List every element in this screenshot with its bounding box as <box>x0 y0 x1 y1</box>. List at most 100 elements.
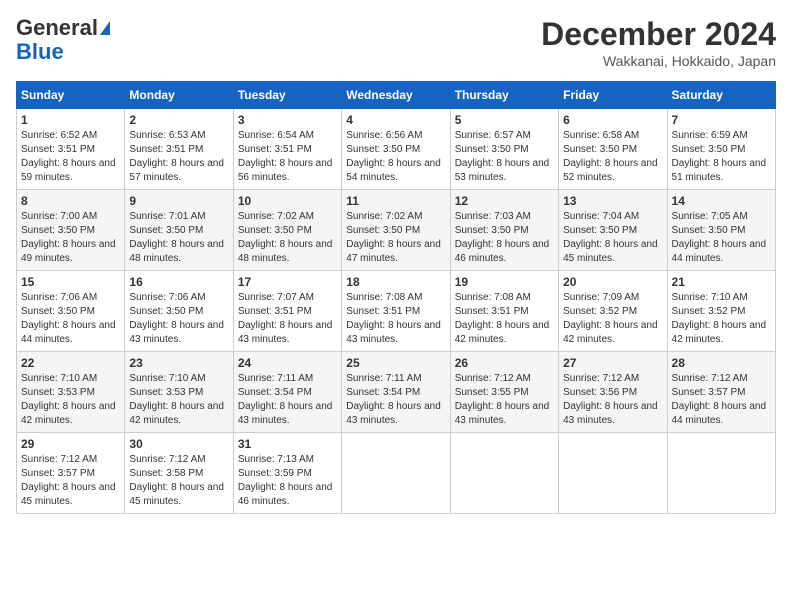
sunrise-label: Sunrise: 7:08 AM <box>346 292 422 303</box>
daylight-label: Daylight: 8 hours and 48 minutes. <box>129 239 224 264</box>
day-number: 29 <box>21 437 120 451</box>
logo-text-blue: Blue <box>16 40 64 64</box>
sunrise-label: Sunrise: 7:10 AM <box>672 292 748 303</box>
day-number: 5 <box>455 113 554 127</box>
sunset-label: Sunset: 3:50 PM <box>129 225 203 236</box>
logo-text-general: General <box>16 16 98 40</box>
calendar-cell: 20 Sunrise: 7:09 AM Sunset: 3:52 PM Dayl… <box>559 271 667 352</box>
calendar-cell: 11 Sunrise: 7:02 AM Sunset: 3:50 PM Dayl… <box>342 190 450 271</box>
sunrise-label: Sunrise: 7:12 AM <box>21 454 97 465</box>
sunrise-label: Sunrise: 7:12 AM <box>455 373 531 384</box>
calendar-cell: 9 Sunrise: 7:01 AM Sunset: 3:50 PM Dayli… <box>125 190 233 271</box>
sunset-label: Sunset: 3:51 PM <box>238 144 312 155</box>
sunset-label: Sunset: 3:53 PM <box>21 387 95 398</box>
sunset-label: Sunset: 3:50 PM <box>129 306 203 317</box>
daylight-label: Daylight: 8 hours and 57 minutes. <box>129 158 224 183</box>
day-info: Sunrise: 6:57 AM Sunset: 3:50 PM Dayligh… <box>455 129 554 185</box>
calendar-cell: 12 Sunrise: 7:03 AM Sunset: 3:50 PM Dayl… <box>450 190 558 271</box>
day-info: Sunrise: 7:08 AM Sunset: 3:51 PM Dayligh… <box>346 291 445 347</box>
day-info: Sunrise: 6:54 AM Sunset: 3:51 PM Dayligh… <box>238 129 337 185</box>
day-number: 26 <box>455 356 554 370</box>
calendar-cell <box>450 433 558 514</box>
calendar-cell: 31 Sunrise: 7:13 AM Sunset: 3:59 PM Dayl… <box>233 433 341 514</box>
sunset-label: Sunset: 3:52 PM <box>672 306 746 317</box>
day-number: 15 <box>21 275 120 289</box>
day-info: Sunrise: 7:11 AM Sunset: 3:54 PM Dayligh… <box>346 372 445 428</box>
day-info: Sunrise: 7:08 AM Sunset: 3:51 PM Dayligh… <box>455 291 554 347</box>
header-wednesday: Wednesday <box>342 82 450 109</box>
calendar-table: Sunday Monday Tuesday Wednesday Thursday… <box>16 81 776 514</box>
sunset-label: Sunset: 3:53 PM <box>129 387 203 398</box>
header-monday: Monday <box>125 82 233 109</box>
calendar-cell: 15 Sunrise: 7:06 AM Sunset: 3:50 PM Dayl… <box>17 271 125 352</box>
day-number: 4 <box>346 113 445 127</box>
day-info: Sunrise: 7:10 AM Sunset: 3:52 PM Dayligh… <box>672 291 771 347</box>
day-number: 28 <box>672 356 771 370</box>
sunset-label: Sunset: 3:56 PM <box>563 387 637 398</box>
calendar-cell: 27 Sunrise: 7:12 AM Sunset: 3:56 PM Dayl… <box>559 352 667 433</box>
logo: General Blue <box>16 16 110 64</box>
calendar-cell: 19 Sunrise: 7:08 AM Sunset: 3:51 PM Dayl… <box>450 271 558 352</box>
logo-arrow-icon <box>100 21 110 35</box>
sunset-label: Sunset: 3:50 PM <box>563 225 637 236</box>
calendar-week-row: 1 Sunrise: 6:52 AM Sunset: 3:51 PM Dayli… <box>17 109 776 190</box>
sunset-label: Sunset: 3:51 PM <box>346 306 420 317</box>
day-info: Sunrise: 7:09 AM Sunset: 3:52 PM Dayligh… <box>563 291 662 347</box>
day-info: Sunrise: 6:59 AM Sunset: 3:50 PM Dayligh… <box>672 129 771 185</box>
calendar-cell <box>559 433 667 514</box>
sunrise-label: Sunrise: 6:58 AM <box>563 130 639 141</box>
sunrise-label: Sunrise: 7:10 AM <box>21 373 97 384</box>
sunrise-label: Sunrise: 7:12 AM <box>672 373 748 384</box>
sunrise-label: Sunrise: 7:06 AM <box>129 292 205 303</box>
calendar-cell: 8 Sunrise: 7:00 AM Sunset: 3:50 PM Dayli… <box>17 190 125 271</box>
day-info: Sunrise: 7:10 AM Sunset: 3:53 PM Dayligh… <box>129 372 228 428</box>
day-number: 18 <box>346 275 445 289</box>
calendar-cell: 13 Sunrise: 7:04 AM Sunset: 3:50 PM Dayl… <box>559 190 667 271</box>
sunrise-label: Sunrise: 6:57 AM <box>455 130 531 141</box>
sunset-label: Sunset: 3:50 PM <box>238 225 312 236</box>
day-number: 11 <box>346 194 445 208</box>
sunset-label: Sunset: 3:51 PM <box>455 306 529 317</box>
daylight-label: Daylight: 8 hours and 43 minutes. <box>129 320 224 345</box>
calendar-cell: 26 Sunrise: 7:12 AM Sunset: 3:55 PM Dayl… <box>450 352 558 433</box>
calendar-cell <box>667 433 775 514</box>
daylight-label: Daylight: 8 hours and 42 minutes. <box>672 320 767 345</box>
day-number: 27 <box>563 356 662 370</box>
title-block: December 2024 Wakkanai, Hokkaido, Japan <box>541 16 776 69</box>
sunset-label: Sunset: 3:54 PM <box>346 387 420 398</box>
day-info: Sunrise: 7:12 AM Sunset: 3:58 PM Dayligh… <box>129 453 228 509</box>
day-number: 31 <box>238 437 337 451</box>
day-number: 17 <box>238 275 337 289</box>
daylight-label: Daylight: 8 hours and 44 minutes. <box>672 401 767 426</box>
day-number: 20 <box>563 275 662 289</box>
day-number: 7 <box>672 113 771 127</box>
daylight-label: Daylight: 8 hours and 48 minutes. <box>238 239 333 264</box>
sunset-label: Sunset: 3:52 PM <box>563 306 637 317</box>
sunrise-label: Sunrise: 7:02 AM <box>346 211 422 222</box>
calendar-week-row: 15 Sunrise: 7:06 AM Sunset: 3:50 PM Dayl… <box>17 271 776 352</box>
sunset-label: Sunset: 3:50 PM <box>21 225 95 236</box>
sunrise-label: Sunrise: 7:09 AM <box>563 292 639 303</box>
calendar-cell: 4 Sunrise: 6:56 AM Sunset: 3:50 PM Dayli… <box>342 109 450 190</box>
day-number: 8 <box>21 194 120 208</box>
day-number: 30 <box>129 437 228 451</box>
sunrise-label: Sunrise: 6:59 AM <box>672 130 748 141</box>
calendar-cell: 17 Sunrise: 7:07 AM Sunset: 3:51 PM Dayl… <box>233 271 341 352</box>
sunset-label: Sunset: 3:55 PM <box>455 387 529 398</box>
page-header: General Blue December 2024 Wakkanai, Hok… <box>16 16 776 69</box>
calendar-cell: 29 Sunrise: 7:12 AM Sunset: 3:57 PM Dayl… <box>17 433 125 514</box>
sunrise-label: Sunrise: 6:56 AM <box>346 130 422 141</box>
sunset-label: Sunset: 3:50 PM <box>672 144 746 155</box>
day-info: Sunrise: 7:12 AM Sunset: 3:57 PM Dayligh… <box>21 453 120 509</box>
daylight-label: Daylight: 8 hours and 51 minutes. <box>672 158 767 183</box>
day-info: Sunrise: 6:53 AM Sunset: 3:51 PM Dayligh… <box>129 129 228 185</box>
calendar-cell: 14 Sunrise: 7:05 AM Sunset: 3:50 PM Dayl… <box>667 190 775 271</box>
header-saturday: Saturday <box>667 82 775 109</box>
sunset-label: Sunset: 3:50 PM <box>455 144 529 155</box>
sunset-label: Sunset: 3:57 PM <box>21 468 95 479</box>
day-number: 24 <box>238 356 337 370</box>
day-info: Sunrise: 7:06 AM Sunset: 3:50 PM Dayligh… <box>129 291 228 347</box>
daylight-label: Daylight: 8 hours and 42 minutes. <box>21 401 116 426</box>
calendar-cell <box>342 433 450 514</box>
day-number: 23 <box>129 356 228 370</box>
